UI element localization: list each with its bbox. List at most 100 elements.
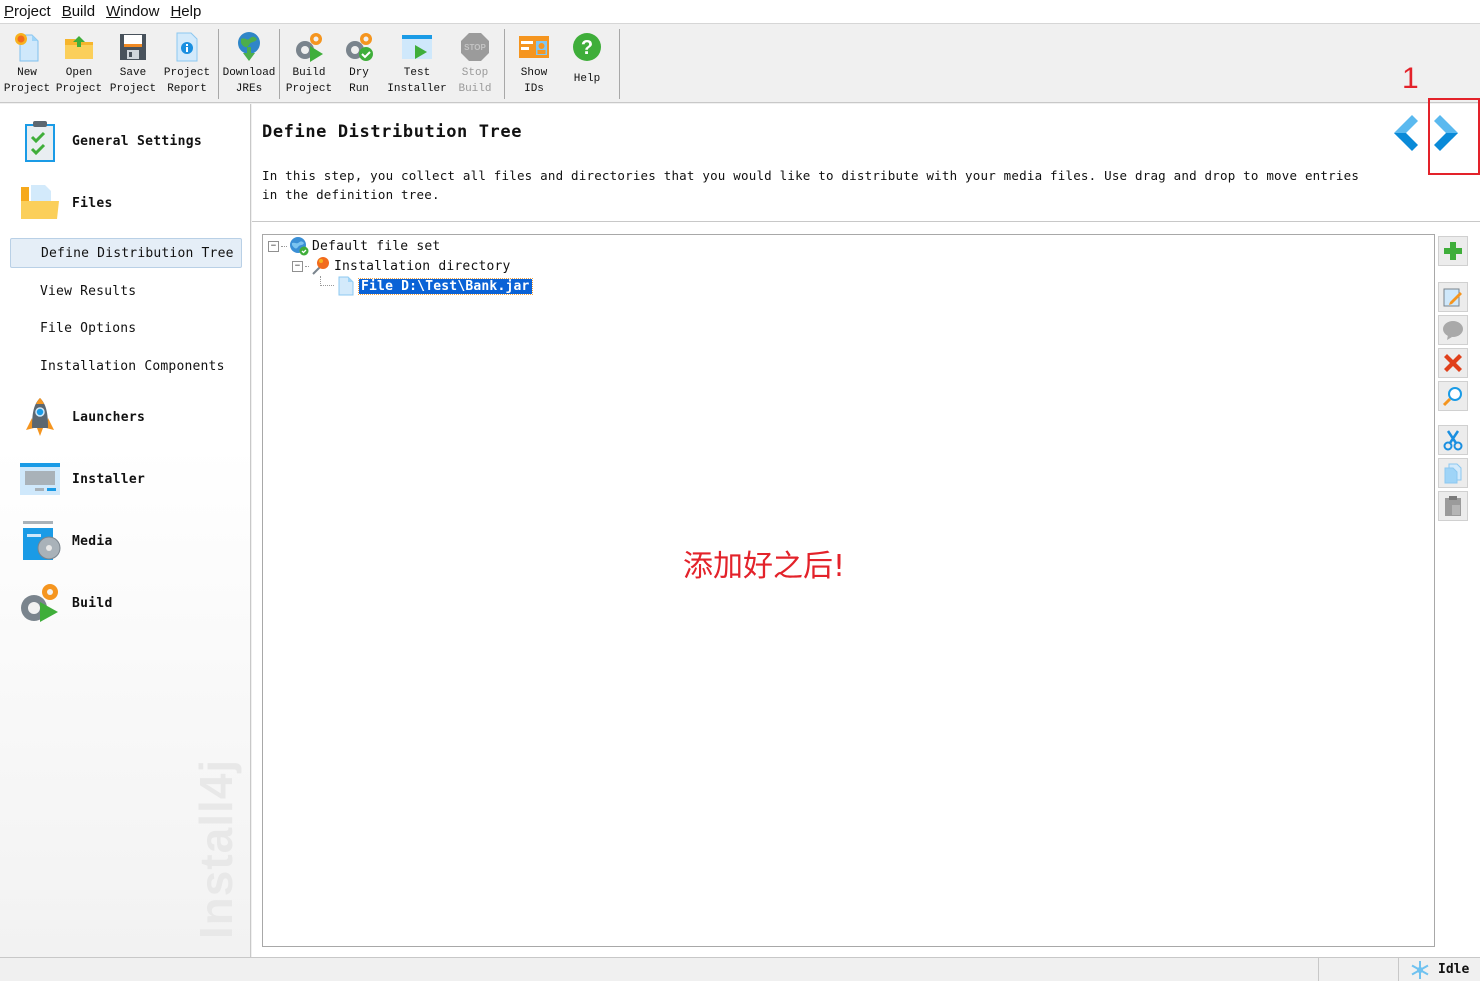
tree-node-file[interactable]: File D:\Test\Bank.jar — [320, 276, 533, 296]
sidebar-sub-view-results[interactable]: View Results — [10, 276, 242, 306]
status-separator — [1318, 958, 1319, 981]
svg-text:?: ? — [581, 37, 593, 59]
plus-icon — [1444, 242, 1462, 260]
globe-check-icon — [289, 236, 309, 256]
snowflake-icon — [1410, 960, 1430, 981]
open-folder-icon — [62, 29, 96, 65]
tree-connector — [320, 276, 334, 286]
pin-icon — [311, 256, 331, 276]
folder-files-icon — [18, 180, 62, 226]
help-button[interactable]: ? Help — [559, 25, 615, 101]
tree-connector — [305, 265, 309, 267]
menu-build[interactable]: Build — [62, 3, 95, 20]
menu-help-rest: elp — [181, 3, 202, 20]
search-button[interactable] — [1438, 381, 1468, 411]
new-file-icon — [10, 29, 44, 65]
status-separator — [1398, 958, 1399, 981]
comment-button — [1438, 315, 1468, 345]
media-disc-icon — [18, 518, 62, 564]
sidebar-item-media[interactable]: Media — [18, 518, 113, 564]
sidebar-sub-define-distribution-tree[interactable]: Define Distribution Tree — [10, 238, 242, 268]
paste-button — [1438, 491, 1468, 521]
tree-node-default-file-set[interactable]: − Default file set — [268, 236, 440, 256]
collapse-icon[interactable]: − — [292, 260, 303, 272]
tree-label: Installation directory — [334, 258, 511, 274]
save-disk-icon — [116, 29, 150, 65]
stop-build-button: STOP Stop Build — [450, 25, 500, 101]
distribution-tree[interactable]: − Default file set − Installation direct… — [262, 234, 1435, 947]
delete-button[interactable] — [1438, 348, 1468, 378]
annotation-text: 添加好之后! — [683, 549, 846, 584]
scissors-icon — [1443, 430, 1463, 451]
rocket-icon — [18, 394, 62, 440]
paste-clipboard-icon — [1445, 496, 1461, 516]
page-title: Define Distribution Tree — [262, 122, 523, 142]
menu-window[interactable]: Window — [106, 3, 159, 20]
toolbar-separator — [218, 29, 219, 99]
chevron-right-icon — [1434, 115, 1458, 151]
back-button[interactable] — [1386, 112, 1420, 154]
file-icon — [336, 276, 356, 296]
main-panel: Define Distribution Tree In this step, y… — [252, 98, 1480, 957]
status-text: Idle — [1438, 962, 1470, 977]
cut-button[interactable] — [1438, 425, 1468, 455]
sidebar-item-general-settings[interactable]: General Settings — [18, 118, 202, 164]
status-bar: Idle — [0, 957, 1480, 981]
download-jres-button[interactable]: Download JREs — [223, 25, 275, 101]
installer-window-icon — [18, 456, 62, 502]
tree-label: Default file set — [312, 238, 441, 254]
toolbar-separator — [504, 29, 505, 99]
build-gear-play-icon — [18, 580, 62, 626]
dry-run-button[interactable]: Dry Run — [334, 25, 384, 101]
copy-icon — [1444, 463, 1462, 484]
sidebar-item-build[interactable]: Build — [18, 580, 113, 626]
edit-button[interactable] — [1438, 282, 1468, 312]
next-button[interactable] — [1432, 112, 1466, 154]
new-project-button[interactable]: New Project — [2, 25, 52, 101]
test-installer-icon — [400, 29, 434, 65]
stop-sign-icon: STOP — [458, 29, 492, 65]
report-info-icon — [170, 29, 204, 65]
collapse-icon[interactable]: − — [268, 240, 279, 252]
clipboard-check-icon — [18, 118, 62, 164]
comment-bubble-icon — [1443, 321, 1463, 340]
menu-window-rest: indow — [120, 3, 160, 20]
tree-connector — [281, 245, 287, 247]
page-description: In this step, you collect all files and … — [262, 168, 1360, 202]
delete-x-icon — [1444, 354, 1462, 372]
globe-download-icon — [232, 29, 266, 65]
menu-build-rest: uild — [71, 3, 96, 20]
tree-node-installation-directory[interactable]: − Installation directory — [292, 256, 511, 276]
tree-tool-column — [1436, 234, 1480, 947]
help-question-icon: ? — [570, 29, 604, 65]
svg-text:STOP: STOP — [464, 43, 486, 52]
show-ids-button[interactable]: Show IDs — [509, 25, 559, 101]
menu-project[interactable]: Project — [4, 3, 51, 20]
project-report-button[interactable]: Project Report — [160, 25, 214, 101]
toolbar-separator — [279, 29, 280, 99]
sidebar-sub-installation-components[interactable]: Installation Components — [10, 351, 242, 381]
chevron-left-icon — [1394, 115, 1418, 151]
id-card-icon — [517, 29, 551, 65]
annotation-number: 1 — [1402, 62, 1419, 95]
build-project-button[interactable]: Build Project — [284, 25, 334, 101]
add-button[interactable] — [1438, 236, 1468, 266]
save-project-button[interactable]: Save Project — [106, 25, 160, 101]
tree-label-selected: File D:\Test\Bank.jar — [358, 277, 533, 295]
sidebar: General Settings Files Define Distributi… — [0, 104, 251, 957]
sidebar-item-launchers[interactable]: Launchers — [18, 394, 145, 440]
build-gear-icon — [292, 29, 326, 65]
toolbar-separator — [619, 29, 620, 99]
toolbar: New Project Open Project Save Project Pr… — [0, 25, 1480, 103]
menu-help[interactable]: Help — [170, 3, 201, 20]
menu-project-rest: roject — [14, 3, 51, 20]
dry-run-gear-check-icon — [342, 29, 376, 65]
sidebar-item-installer[interactable]: Installer — [18, 456, 145, 502]
copy-button[interactable] — [1438, 458, 1468, 488]
open-project-button[interactable]: Open Project — [52, 25, 106, 101]
sidebar-sub-file-options[interactable]: File Options — [10, 313, 242, 343]
edit-pencil-icon — [1443, 288, 1462, 307]
sidebar-item-files[interactable]: Files — [18, 180, 113, 226]
test-installer-button[interactable]: Test Installer — [384, 25, 450, 101]
magnifier-icon — [1442, 387, 1462, 407]
